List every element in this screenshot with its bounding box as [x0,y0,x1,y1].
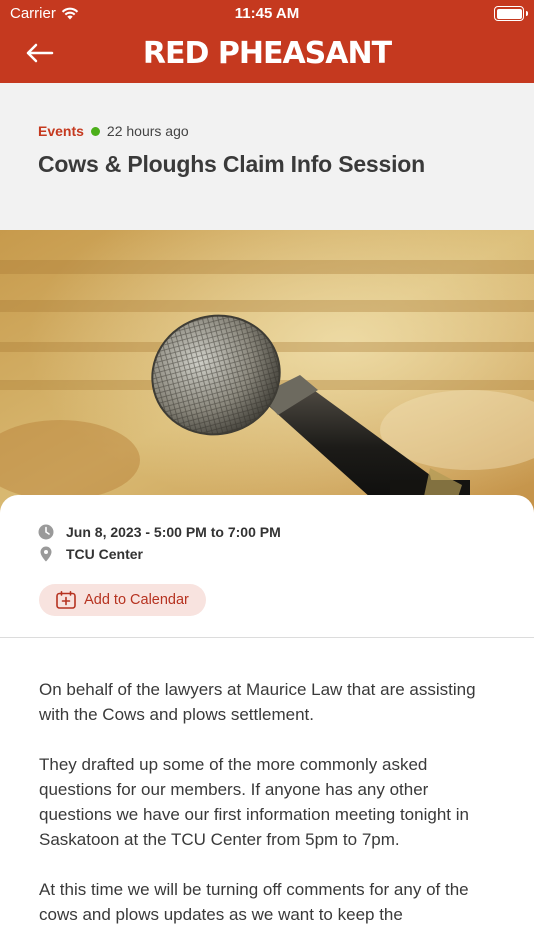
microphone-photo [0,230,534,515]
add-to-calendar-label: Add to Calendar [84,592,189,608]
calendar-plus-icon [56,591,76,609]
event-location-row: TCU Center [38,546,143,562]
event-date: Jun 8, 2023 - 5:00 PM to 7:00 PM [66,524,281,540]
article-body: On behalf of the lawyers at Maurice Law … [39,677,499,950]
event-location: TCU Center [66,546,144,562]
hero-image [0,230,534,515]
clock: 11:45 AM [234,5,300,22]
event-details-card: Jun 8, 2023 - 5:00 PM to 7:00 PM TCU Cen… [0,495,534,638]
category-label[interactable]: Events [38,123,84,139]
app-header: Carrier 11:45 AM RED PHEASANT [0,0,534,83]
event-date-row: Jun 8, 2023 - 5:00 PM to 7:00 PM [38,524,281,540]
status-dot-icon [90,126,100,136]
battery-icon [494,6,528,21]
body-paragraph: At this time we will be turning off comm… [39,880,469,924]
time-ago: 22 hours ago [106,123,189,139]
map-pin-icon [40,546,52,562]
status-bar: Carrier 11:45 AM [0,0,534,28]
body-paragraph: They drafted up some of the more commonl… [39,755,469,849]
add-to-calendar-button[interactable]: Add to Calendar [39,584,206,616]
clock-icon [38,524,54,540]
article-meta: Events 22 hours ago [38,123,189,139]
article-header: Events 22 hours ago Cows & Ploughs Claim… [0,83,534,230]
brand-logo: RED PHEASANT [142,36,392,71]
body-paragraph: On behalf of the lawyers at Maurice Law … [39,680,476,724]
page-title: Cows & Ploughs Claim Info Session [38,151,426,177]
